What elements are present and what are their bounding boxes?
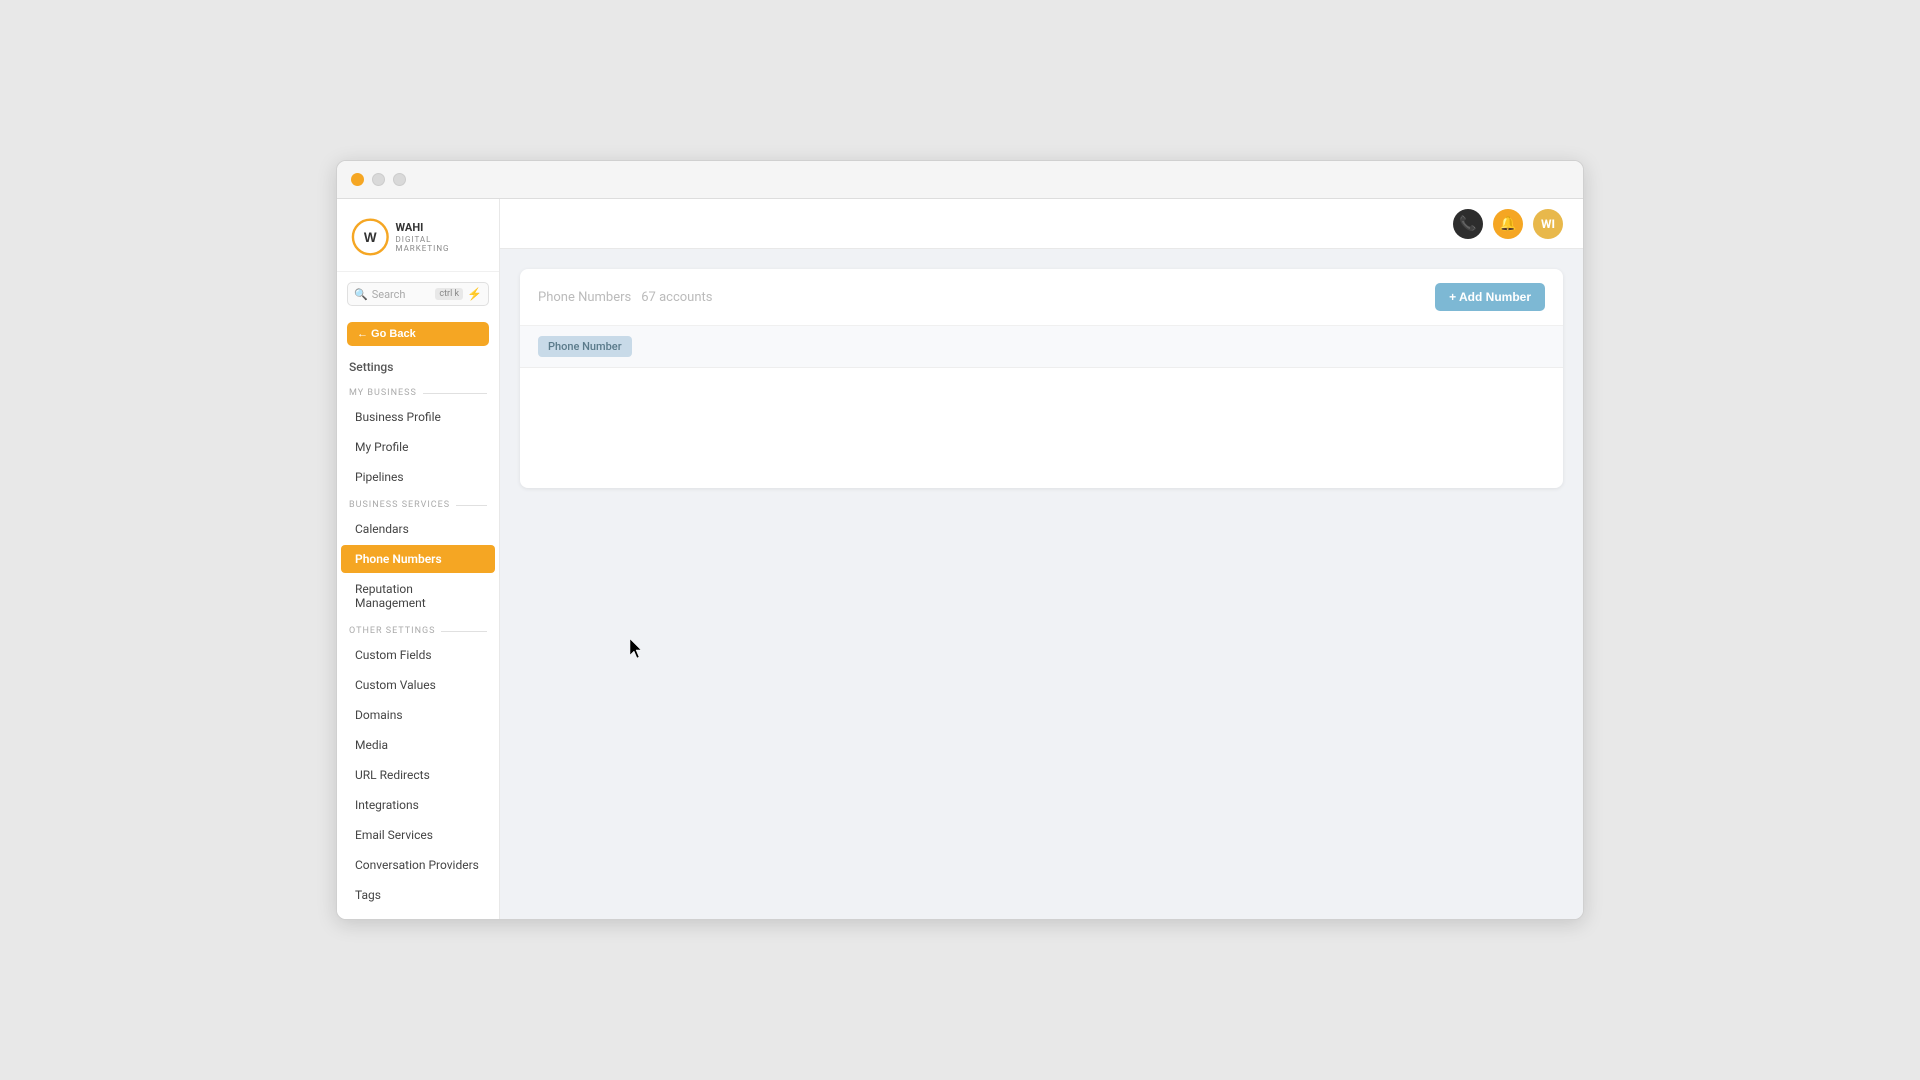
search-area: 🔍 Search ctrl k ⚡: [337, 272, 499, 316]
add-number-button[interactable]: + Add Number: [1435, 283, 1545, 311]
sidebar-item-reputation-management[interactable]: Reputation Management: [341, 575, 495, 617]
sidebar-item-custom-fields[interactable]: Custom Fields: [341, 641, 495, 669]
logo-name: WAHI: [396, 221, 485, 234]
phone-number-column-header: Phone Number: [520, 326, 650, 367]
logo-area: W WAHI DIGITAL MARKETING: [337, 199, 499, 272]
phone-number-tag: Phone Number: [538, 336, 632, 357]
sidebar-item-business-profile[interactable]: Business Profile: [341, 403, 495, 431]
search-box[interactable]: 🔍 Search ctrl k ⚡: [347, 282, 489, 306]
user-avatar[interactable]: WI: [1533, 209, 1563, 239]
browser-body: W WAHI DIGITAL MARKETING 🔍 Search ctrl k…: [337, 199, 1583, 919]
table-title: Phone Numbers: [538, 290, 631, 305]
empty-state: [520, 368, 1563, 488]
search-placeholder: Search: [372, 288, 432, 301]
wahi-logo-icon: W: [351, 217, 390, 257]
table-title-area: Phone Numbers 67 accounts: [538, 290, 712, 305]
section-my-business: MY BUSINESS: [337, 380, 499, 402]
sidebar: W WAHI DIGITAL MARKETING 🔍 Search ctrl k…: [337, 199, 500, 919]
mouse-cursor: [630, 639, 646, 659]
go-back-button[interactable]: ← Go Back: [347, 322, 489, 346]
sidebar-item-domains[interactable]: Domains: [341, 701, 495, 729]
phone-icon-button[interactable]: 📞: [1453, 209, 1483, 239]
table-count: 67 accounts: [641, 290, 712, 305]
main-content: 📞 🔔 WI Phone Numbers 67 accounts + Add N…: [500, 199, 1583, 919]
topbar: 📞 🔔 WI: [500, 199, 1583, 249]
section-business-services: BUSINESS SERVICES: [337, 492, 499, 514]
logo-container: W WAHI DIGITAL MARKETING: [351, 217, 485, 257]
page-body: Phone Numbers 67 accounts + Add Number P…: [500, 249, 1583, 919]
lightning-icon: ⚡: [467, 287, 482, 301]
notification-icon-button[interactable]: 🔔: [1493, 209, 1523, 239]
settings-label: Settings: [337, 356, 499, 380]
table-column-header: Phone Number: [520, 326, 1563, 368]
logo-text-block: WAHI DIGITAL MARKETING: [396, 221, 485, 252]
sidebar-item-media[interactable]: Media: [341, 731, 495, 759]
sidebar-item-url-redirects[interactable]: URL Redirects: [341, 761, 495, 789]
sidebar-item-email-services[interactable]: Email Services: [341, 821, 495, 849]
sidebar-item-custom-values[interactable]: Custom Values: [341, 671, 495, 699]
logo-subtext: DIGITAL MARKETING: [396, 235, 485, 253]
sidebar-item-my-profile[interactable]: My Profile: [341, 433, 495, 461]
sidebar-item-phone-numbers[interactable]: Phone Numbers: [341, 545, 495, 573]
sidebar-item-conversation-providers[interactable]: Conversation Providers: [341, 851, 495, 879]
search-shortcut: ctrl k: [435, 288, 463, 300]
sidebar-item-calendars[interactable]: Calendars: [341, 515, 495, 543]
browser-titlebar: [337, 161, 1583, 199]
phone-numbers-table: Phone Numbers 67 accounts + Add Number P…: [520, 269, 1563, 488]
browser-window: W WAHI DIGITAL MARKETING 🔍 Search ctrl k…: [336, 160, 1584, 920]
table-header: Phone Numbers 67 accounts + Add Number: [520, 269, 1563, 326]
sidebar-item-tags[interactable]: Tags: [341, 881, 495, 909]
sidebar-item-pipelines[interactable]: Pipelines: [341, 463, 495, 491]
search-icon: 🔍: [354, 288, 368, 301]
traffic-light-minimize[interactable]: [372, 173, 385, 186]
svg-text:W: W: [364, 230, 377, 245]
sidebar-item-integrations[interactable]: Integrations: [341, 791, 495, 819]
section-other-settings: OTHER SETTINGS: [337, 618, 499, 640]
traffic-light-maximize[interactable]: [393, 173, 406, 186]
traffic-light-close[interactable]: [351, 173, 364, 186]
